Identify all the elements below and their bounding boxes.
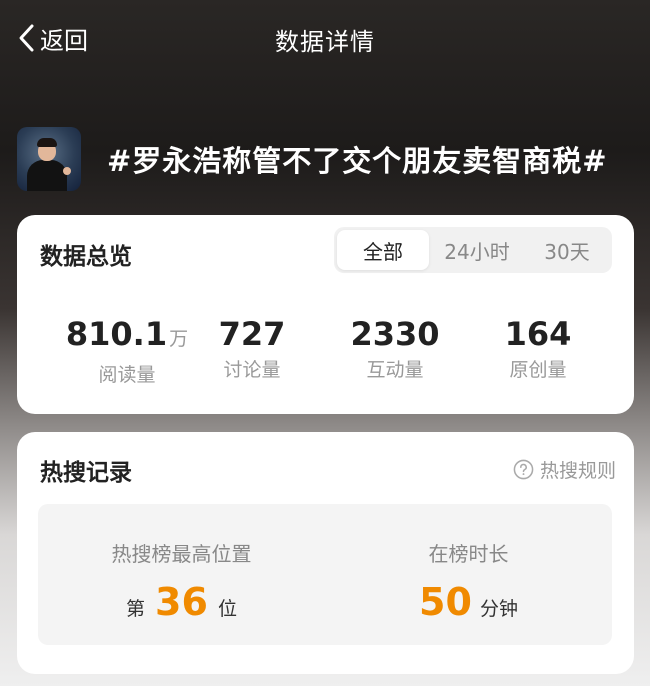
time-range-tabs: 全部 24小时 30天 bbox=[334, 227, 612, 273]
page-title: 数据详情 bbox=[275, 28, 375, 56]
tab-24h[interactable]: 24小时 bbox=[429, 230, 525, 270]
overview-title: 数据总览 bbox=[40, 244, 132, 270]
stat-interactions: 2330 互动量 bbox=[320, 315, 470, 382]
time-on-list: 在榜时长 50 分钟 bbox=[325, 504, 612, 645]
peak-value-row: 第 36 位 bbox=[38, 582, 325, 622]
peak-prefix: 第 bbox=[126, 598, 146, 620]
top-bar: 返回 数据详情 bbox=[0, 0, 650, 78]
rules-label: 热搜规则 bbox=[539, 460, 616, 482]
stat-originals: 164 原创量 bbox=[463, 315, 613, 382]
duration-suffix: 分钟 bbox=[479, 598, 518, 620]
stat-label: 讨论量 bbox=[223, 359, 281, 381]
stat-label: 原创量 bbox=[509, 359, 567, 381]
topic-title: #罗永浩称管不了交个朋友卖智商税# bbox=[107, 144, 608, 178]
stat-value: 164 bbox=[504, 315, 572, 353]
hot-search-rules-link[interactable]: 热搜规则 bbox=[513, 456, 616, 483]
stat-label: 互动量 bbox=[366, 359, 424, 381]
peak-position: 热搜榜最高位置 第 36 位 bbox=[38, 504, 325, 645]
topic-header: #罗永浩称管不了交个朋友卖智商税# bbox=[17, 127, 637, 191]
stat-value: 2330 bbox=[350, 315, 440, 353]
peak-value: 36 bbox=[155, 580, 208, 624]
topic-thumbnail bbox=[17, 127, 81, 191]
duration-label: 在榜时长 bbox=[428, 542, 509, 566]
stat-discussions: 727 讨论量 bbox=[177, 315, 327, 382]
stat-value: 727 bbox=[218, 315, 286, 353]
stats-row: 810.1 万 阅读量 727 讨论量 2330 互动量 164 原创量 bbox=[17, 315, 634, 386]
duration-value-row: 50 分钟 bbox=[325, 582, 612, 622]
tab-30d[interactable]: 30天 bbox=[525, 230, 609, 270]
hot-search-records-card: 热搜记录 热搜规则 热搜榜最高位置 第 36 位 在榜时长 50 分钟 bbox=[17, 432, 634, 674]
data-overview-card: 数据总览 全部 24小时 30天 810.1 万 阅读量 727 讨论量 2330… bbox=[17, 215, 634, 414]
records-box: 热搜榜最高位置 第 36 位 在榜时长 50 分钟 bbox=[38, 504, 612, 645]
tab-all[interactable]: 全部 bbox=[337, 230, 429, 270]
peak-suffix: 位 bbox=[217, 598, 237, 620]
peak-label: 热搜榜最高位置 bbox=[111, 542, 252, 566]
duration-value: 50 bbox=[419, 580, 472, 624]
records-title: 热搜记录 bbox=[40, 460, 132, 486]
question-circle-icon bbox=[513, 459, 534, 480]
